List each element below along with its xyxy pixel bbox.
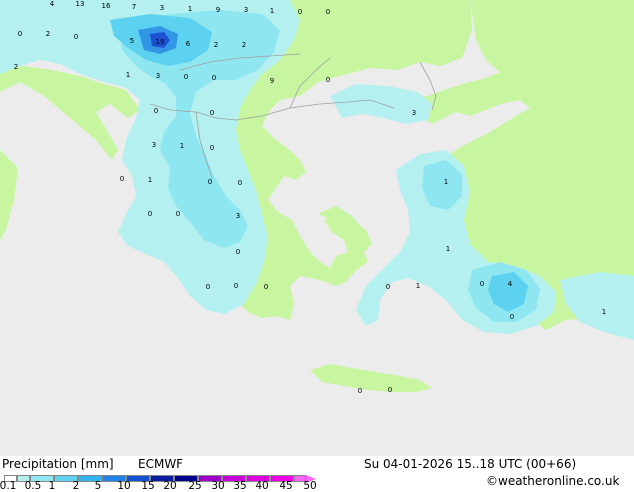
precip-value-label: 5	[130, 37, 134, 45]
precip-value-label: 0	[184, 73, 188, 81]
legend-tick-label: 25	[188, 480, 202, 492]
legend-tick-label: 0.1	[0, 480, 17, 492]
precip-value-label: 3	[244, 6, 248, 14]
legend-tick-label: 45	[279, 480, 293, 492]
precip-value-label: 4	[50, 0, 55, 8]
precip-value-label: 1	[188, 5, 192, 13]
precip-value-label: 1	[444, 178, 448, 186]
model-name: ECMWF	[138, 457, 184, 471]
legend-tick-label: 50	[303, 480, 317, 492]
precip-value-label: 0	[176, 210, 180, 218]
precip-value-label: 1	[446, 245, 450, 253]
precip-value-label: 0	[74, 33, 78, 41]
precip-value-label: 2	[214, 41, 218, 49]
precip-value-label: 1	[270, 7, 274, 15]
valid-time: Su 04-01-2026 15..18 UTC (00+66)	[364, 457, 577, 471]
precip-value-label: 0	[386, 283, 390, 291]
precip-value-label: 0	[388, 386, 392, 394]
precip-value-label: 0	[210, 109, 214, 117]
precip-value-label: 1	[126, 71, 130, 79]
precipitation-map: 4 13 16 7 3 1 9 3 1 0 0 0 2 0 5 19 6 2 2 2 1 3 0 0 9 0 0 0 3 3 1 0 0 1 0 0 1…	[0, 0, 634, 456]
precip-value-label: 16	[102, 2, 111, 10]
legend-tick-label: 1	[48, 480, 56, 492]
precip-value-label: 0	[480, 280, 484, 288]
credit: ©weatheronline.co.uk	[486, 474, 620, 488]
legend-ticks: 0.1 0.5 1 2 5 10 15 20 25 30 35 40 45 50	[0, 480, 360, 492]
precip-value-label: 9	[216, 6, 220, 14]
precip-value-label: 3	[156, 72, 160, 80]
precip-value-label: 0	[18, 30, 22, 38]
precip-value-label: 9	[270, 77, 274, 85]
precip-value-label: 3	[152, 141, 156, 149]
map-title: Precipitation [mm]	[2, 457, 114, 471]
precip-value-label: 1	[416, 282, 420, 290]
precip-value-label: 7	[132, 3, 136, 11]
legend-tick-label: 15	[141, 480, 155, 492]
precip-value-label: 1	[180, 142, 184, 150]
precip-value-label: 0	[212, 74, 216, 82]
legend-tick-label: 20	[163, 480, 177, 492]
precip-value-label: 0	[208, 178, 212, 186]
precip-value-label: 1	[602, 308, 606, 316]
precip-value-label: 0	[326, 8, 330, 16]
precip-value-label: 0	[154, 107, 158, 115]
precip-value-label: 3	[412, 109, 416, 117]
precip-value-label: 0	[358, 387, 362, 395]
precip-value-label: 0	[238, 179, 242, 187]
precip-value-label: 0	[210, 144, 214, 152]
precip-value-label: 0	[510, 313, 514, 321]
legend-tick-label: 5	[94, 480, 102, 492]
precip-value-label: 19	[156, 38, 165, 46]
precip-value-label: 6	[186, 40, 191, 48]
precip-value-label: 0	[206, 283, 210, 291]
precip-value-label: 2	[14, 63, 18, 71]
precip-value-label: 0	[120, 175, 124, 183]
precip-value-label: 0	[326, 76, 330, 84]
precip-value-label: 0	[148, 210, 152, 218]
precip-value-label: 2	[46, 30, 50, 38]
precip-value-label: 4	[508, 280, 513, 288]
legend-tick-label: 40	[255, 480, 269, 492]
precip-value-label: 2	[242, 41, 246, 49]
precip-value-label: 3	[160, 4, 164, 12]
legend-tick-label: 2	[72, 480, 80, 492]
precip-value-label: 13	[76, 0, 85, 8]
precip-value-label: 1	[148, 176, 152, 184]
legend-tick-label: 35	[233, 480, 247, 492]
precip-value-label: 3	[236, 212, 240, 220]
legend-tick-label: 10	[117, 480, 131, 492]
precip-value-label: 0	[264, 283, 268, 291]
map-canvas: 4 13 16 7 3 1 9 3 1 0 00 2 0 5 19 6 2 221 3 0 0 9 00 0331 00 1 0 0 1…	[0, 0, 634, 456]
legend-tick-label: 30	[211, 480, 225, 492]
precip-value-label: 0	[236, 248, 240, 256]
legend-tick-label: 0.5	[24, 480, 42, 492]
precip-value-label: 0	[234, 282, 238, 290]
precip-value-label: 0	[298, 8, 302, 16]
